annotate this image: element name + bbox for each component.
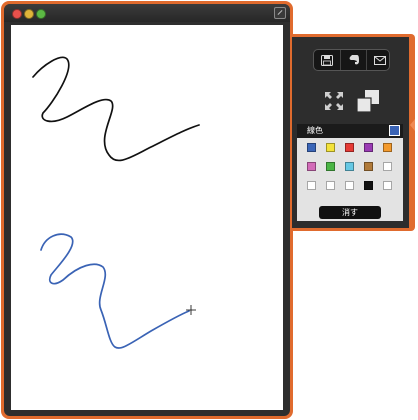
color-picker: 線色 消す: [297, 124, 403, 221]
tool-panel: 線色 消す: [292, 34, 415, 231]
color-swatch[interactable]: [307, 181, 316, 190]
evernote-button[interactable]: [340, 50, 366, 70]
panel-grip-icon[interactable]: [410, 119, 415, 131]
window-body: [4, 4, 290, 416]
mail-icon: [373, 55, 386, 65]
color-swatch[interactable]: [345, 162, 354, 171]
color-swatch[interactable]: [383, 162, 392, 171]
color-swatch[interactable]: [326, 181, 335, 190]
color-swatch[interactable]: [345, 181, 354, 190]
share-segmented-control: [313, 49, 390, 71]
color-swatch[interactable]: [383, 143, 392, 152]
current-color-swatch[interactable]: [389, 125, 400, 136]
black-stroke: [32, 56, 200, 162]
color-swatch[interactable]: [383, 181, 392, 190]
strokes-layer: [32, 56, 200, 349]
copy-icon: [356, 90, 379, 113]
crosshair-cursor-icon: [186, 305, 196, 315]
zoom-button[interactable]: [36, 9, 46, 19]
color-swatch[interactable]: [364, 143, 373, 152]
line-color-label: 線色: [307, 126, 323, 135]
color-swatch[interactable]: [326, 162, 335, 171]
color-swatch[interactable]: [364, 181, 373, 190]
drawing-window: [1, 1, 293, 419]
erase-button[interactable]: 消す: [319, 206, 381, 219]
tool-panel-body: 線色 消す: [292, 37, 409, 228]
color-swatch[interactable]: [307, 143, 316, 152]
color-swatch[interactable]: [326, 143, 335, 152]
color-header: 線色: [297, 124, 403, 138]
duplicate-button[interactable]: [354, 87, 382, 115]
evernote-icon: [349, 55, 359, 65]
color-swatch[interactable]: [307, 162, 316, 171]
save-icon: [320, 54, 333, 66]
fullscreen-button[interactable]: [320, 87, 348, 115]
mail-button[interactable]: [366, 50, 392, 70]
resize-icon[interactable]: [274, 7, 286, 19]
save-button[interactable]: [314, 50, 339, 70]
title-bar: [4, 4, 290, 22]
drawing-canvas[interactable]: [11, 25, 283, 410]
minimize-button[interactable]: [24, 9, 34, 19]
close-button[interactable]: [12, 9, 22, 19]
fullscreen-icon: [324, 91, 344, 111]
color-swatch[interactable]: [364, 162, 373, 171]
blue-stroke: [40, 233, 190, 349]
color-swatch[interactable]: [345, 143, 354, 152]
